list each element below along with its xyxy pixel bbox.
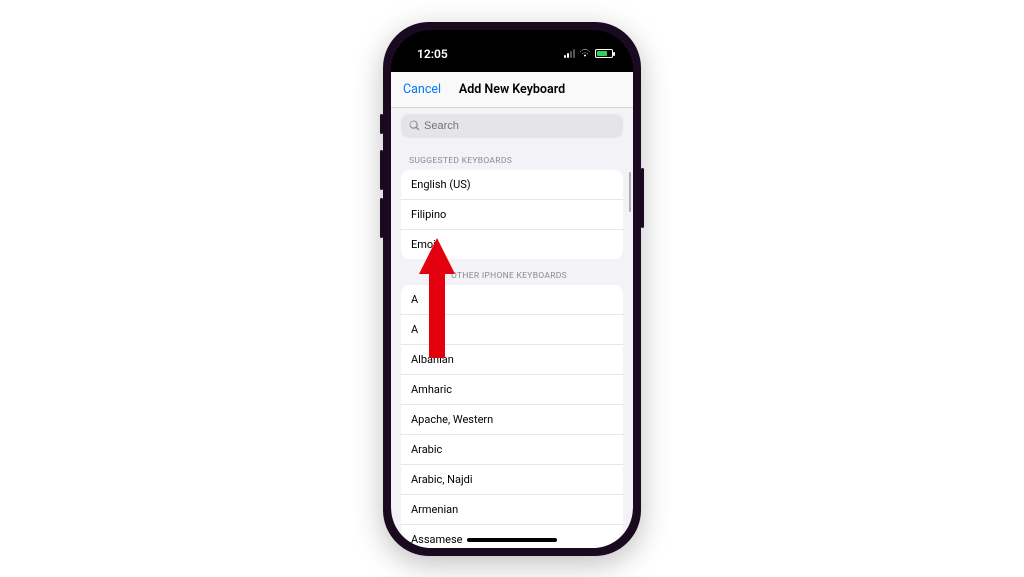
keyboard-row[interactable]: Arabic, Najdi (401, 465, 623, 495)
wifi-icon (579, 47, 591, 60)
section-header-suggested: Suggested Keyboards (391, 144, 633, 170)
keyboard-row[interactable]: A (401, 315, 623, 345)
keyboard-row[interactable]: Arabic (401, 435, 623, 465)
home-indicator[interactable] (467, 538, 557, 542)
keyboard-row[interactable]: Armenian (401, 495, 623, 525)
keyboard-row[interactable]: Amharic (401, 375, 623, 405)
keyboard-row[interactable]: Filipino (401, 200, 623, 230)
cellular-icon (564, 49, 575, 58)
suggested-list: English (US) Filipino Emoji (401, 170, 623, 259)
keyboard-row[interactable]: Assamese (401, 525, 623, 548)
page-title: Add New Keyboard (459, 82, 565, 97)
other-list: A A Albanian Amharic Apache, Western Ara… (401, 285, 623, 548)
battery-icon (595, 49, 613, 58)
status-time: 12:05 (417, 47, 448, 61)
keyboard-row[interactable]: A (401, 285, 623, 315)
dynamic-island (472, 40, 552, 64)
status-indicators (564, 47, 613, 60)
section-header-other: Other iPhone Keyboards (391, 259, 633, 285)
scroll-indicator[interactable] (629, 172, 631, 212)
cancel-button[interactable]: Cancel (403, 82, 441, 97)
volume-up-button (380, 150, 383, 190)
search-input[interactable] (424, 120, 615, 132)
keyboard-row[interactable]: English (US) (401, 170, 623, 200)
navigation-bar: Cancel Add New Keyboard (391, 72, 633, 108)
iphone-frame: 12:05 Cancel Add New Keyboard Sugges (383, 22, 641, 556)
screen: 12:05 Cancel Add New Keyboard Sugges (391, 30, 633, 548)
power-button (641, 168, 644, 228)
search-field[interactable] (401, 114, 623, 138)
content-area: Cancel Add New Keyboard Suggested Keyboa… (391, 72, 633, 548)
search-container (391, 108, 633, 144)
keyboard-row[interactable]: Apache, Western (401, 405, 623, 435)
keyboard-row[interactable]: Albanian (401, 345, 623, 375)
side-button (380, 114, 383, 134)
keyboard-row[interactable]: Emoji (401, 230, 623, 259)
volume-down-button (380, 198, 383, 238)
search-icon (409, 120, 420, 131)
